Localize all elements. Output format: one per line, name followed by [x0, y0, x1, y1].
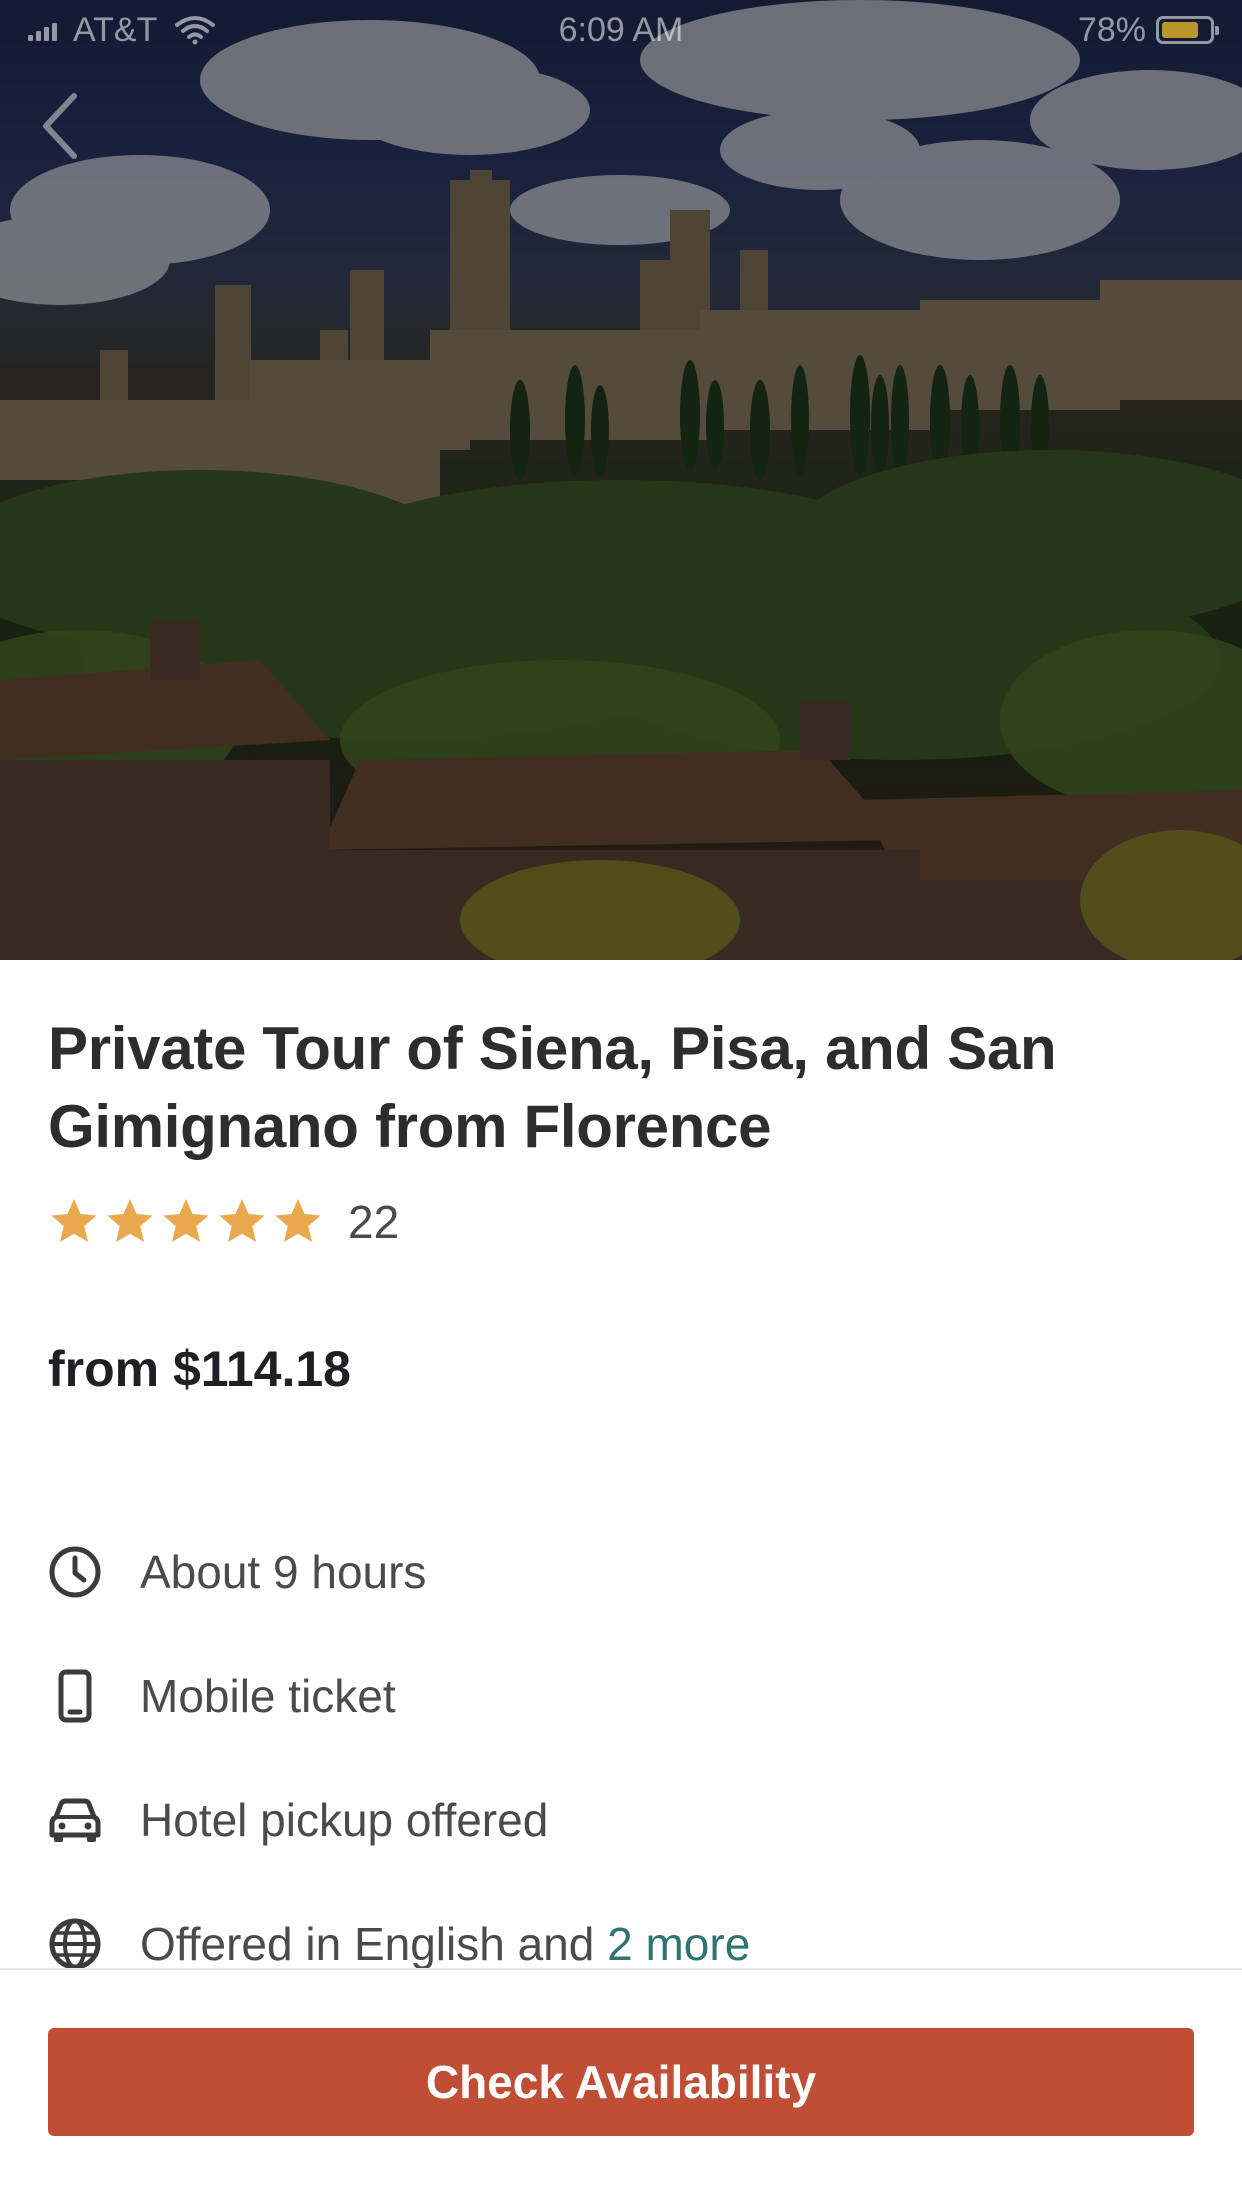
- star-icon: [275, 1199, 321, 1242]
- product-header: Private Tour of Siena, Pisa, and San Gim…: [48, 1010, 1198, 1252]
- feature-list: About 9 hours Mobile ticket Hotel pickup…: [48, 1510, 1198, 2006]
- hero-dim-overlay: [0, 0, 1242, 960]
- star-icon: [219, 1199, 265, 1242]
- feature-ticket: Mobile ticket: [48, 1634, 1198, 1758]
- clock-icon: [48, 1545, 102, 1599]
- review-count: 22: [348, 1196, 400, 1248]
- feature-pickup: Hotel pickup offered: [48, 1758, 1198, 1882]
- cellular-signal-icon: [28, 19, 57, 41]
- battery-percent: 78%: [1077, 10, 1146, 49]
- battery-icon: [1156, 16, 1219, 44]
- rating-row[interactable]: 22: [48, 1192, 1198, 1252]
- check-availability-button[interactable]: Check Availability: [48, 2028, 1194, 2136]
- feature-duration: About 9 hours: [48, 1510, 1198, 1634]
- languages-text: Offered in English and: [140, 1918, 608, 1970]
- product-title: Private Tour of Siena, Pisa, and San Gim…: [48, 1015, 1057, 1160]
- hero-image: [0, 0, 1242, 960]
- feature-label: Mobile ticket: [140, 1670, 396, 1722]
- more-languages-link[interactable]: 2 more: [607, 1918, 750, 1970]
- globe-icon: [48, 1917, 102, 1971]
- star-icon: [163, 1199, 209, 1242]
- status-bar: AT&T 6:09 AM 78%: [0, 0, 1242, 60]
- battery-level-fill: [1162, 22, 1198, 38]
- price-label: from $114.18: [48, 1341, 351, 1397]
- feature-label: About 9 hours: [140, 1546, 427, 1598]
- wifi-icon: [175, 16, 216, 45]
- star-rating: [48, 1196, 324, 1248]
- feature-languages: Offered in English and 2 more: [48, 1882, 1198, 2006]
- star-icon: [107, 1199, 153, 1242]
- car-icon: [48, 1793, 102, 1847]
- star-icon: [51, 1199, 97, 1242]
- carrier-label: AT&T: [73, 10, 158, 49]
- feature-label: Offered in English and 2 more: [140, 1917, 750, 1971]
- footer-divider: [0, 1968, 1242, 1970]
- chevron-left-icon: [43, 93, 77, 159]
- feature-label: Hotel pickup offered: [140, 1794, 549, 1846]
- mobile-phone-icon: [48, 1669, 102, 1723]
- back-button[interactable]: [28, 86, 92, 166]
